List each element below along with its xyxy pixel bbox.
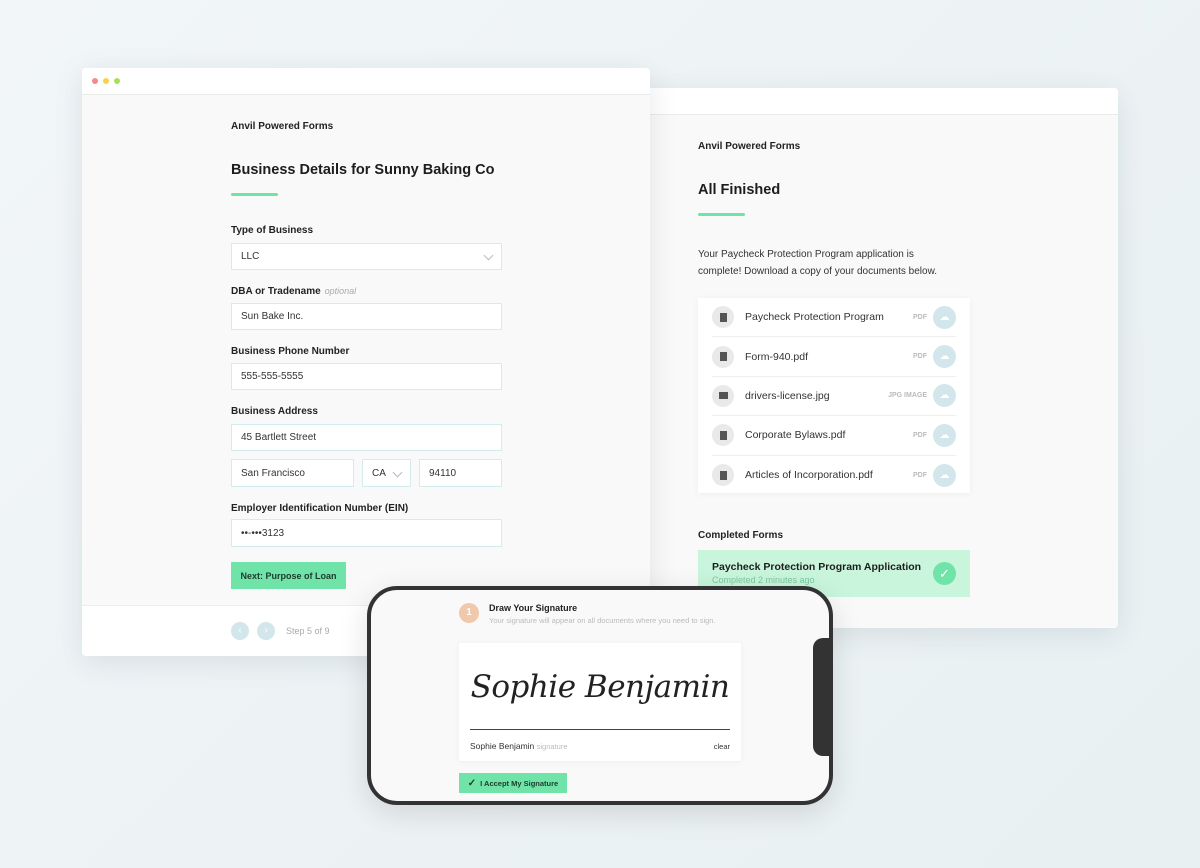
document-row[interactable]: Articles of Incorporation.pdf PDF ☁ [712,456,956,495]
city-input[interactable]: San Francisco [231,459,354,487]
signature-line [470,729,730,730]
document-type: PDF [913,313,927,321]
document-row[interactable]: drivers-license.jpg JPG IMAGE ☁ [712,377,956,417]
clear-signature-link[interactable]: clear [714,742,730,751]
minimize-dot-icon[interactable] [103,78,109,84]
completed-form-title: Paycheck Protection Program Application [712,561,922,573]
signature-pad[interactable]: Sophie Benjamin Sophie Benjamin signatur… [459,643,741,761]
phone-label: Business Phone Number [231,346,350,357]
select-value: LLC [241,251,260,262]
message-line: Your Paycheck Protection Program applica… [698,249,914,260]
dba-label-text: DBA or Tradename [231,286,321,297]
ein-label: Employer Identification Number (EIN) [231,503,409,514]
document-type: JPG IMAGE [888,392,927,400]
optional-hint: optional [324,286,357,296]
step-indicator: Step 5 of 9 [286,626,330,636]
file-icon [712,306,734,329]
page-title: Business Details for Sunny Baking Co [231,162,495,178]
phone-input[interactable]: 555-555-5555 [231,363,502,390]
accept-label: I Accept My Signature [480,778,559,788]
address-label: Business Address [231,406,318,417]
phone-mockup: 1 Draw Your Signature Your signature wil… [367,586,833,805]
document-name: Corporate Bylaws.pdf [745,429,846,442]
maximize-dot-icon[interactable] [114,78,120,84]
completion-message: Your Paycheck Protection Program applica… [698,246,937,280]
document-row[interactable]: Corporate Bylaws.pdf PDF ☁ [712,416,956,456]
zip-input[interactable]: 94110 [419,459,502,487]
previous-step-button[interactable]: ‹ [231,622,249,640]
document-name: Form-940.pdf [745,350,809,363]
document-type: PDF [913,353,927,361]
signer-label: Sophie Benjamin signature [470,741,568,751]
ein-input[interactable]: ••-•••3123 [231,519,502,547]
next-step-button[interactable]: › [257,622,275,640]
page-title: All Finished [698,182,781,198]
check-icon: ✓ [467,777,477,789]
title-underline [698,213,745,216]
document-row[interactable]: Paycheck Protection Program PDF ☁ [712,298,956,338]
document-type: PDF [913,471,927,479]
accept-signature-button[interactable]: ✓ I Accept My Signature [459,773,567,793]
step-number-badge: 1 [459,603,479,623]
cloud-download-icon[interactable]: ☁ [933,384,956,408]
state-select[interactable]: CA [362,459,411,487]
chevron-down-icon [392,467,403,478]
dba-label: DBA or Tradename optional [231,286,356,297]
dba-input[interactable]: Sun Bake Inc. [231,303,502,330]
document-name: drivers-license.jpg [745,389,830,402]
document-list: Paycheck Protection Program PDF ☁ Form-9… [698,298,970,493]
document-name: Paycheck Protection Program [745,311,884,324]
signature-title: Draw Your Signature [489,603,578,613]
brand: Anvil Powered Forms [231,121,334,132]
image-icon [712,384,734,407]
street-input[interactable]: 45 Bartlett Street [231,424,502,451]
form-window: Anvil Powered Forms Business Details for… [82,68,650,656]
signer-name: Sophie Benjamin [470,741,535,751]
signer-hint: signature [536,742,568,751]
select-value: CA [372,467,386,479]
signature-subtitle: Your signature will appear on all docume… [489,616,716,625]
next-button[interactable]: Next: Purpose of Loan [231,562,346,589]
close-dot-icon[interactable] [92,78,98,84]
completed-form-subtitle: Completed 2 minutes ago [712,575,815,585]
type-of-business-select[interactable]: LLC [231,243,502,270]
file-icon [712,345,734,368]
chevron-down-icon [483,250,494,261]
cloud-download-icon[interactable]: ☁ [933,305,956,329]
check-icon: ✓ [933,562,956,585]
completed-forms-heading: Completed Forms [698,530,784,541]
title-underline [231,193,278,196]
document-row[interactable]: Form-940.pdf PDF ☁ [712,337,956,377]
file-icon [712,424,734,447]
message-line: complete! Download a copy of your docume… [698,266,938,277]
title-bar [640,88,1118,115]
title-bar [82,68,650,95]
cloud-download-icon[interactable]: ☁ [933,345,956,369]
brand: Anvil Powered Forms [698,141,801,152]
document-type: PDF [913,431,927,439]
phone-notch [813,638,833,756]
cloud-download-icon[interactable]: ☁ [933,423,956,447]
file-icon [712,464,734,487]
completion-window: Anvil Powered Forms All Finished Your Pa… [640,88,1118,628]
type-of-business-label: Type of Business [231,225,314,236]
document-name: Articles of Incorporation.pdf [745,469,873,482]
cloud-download-icon[interactable]: ☁ [933,463,956,487]
signature-drawing: Sophie Benjamin [470,669,730,705]
